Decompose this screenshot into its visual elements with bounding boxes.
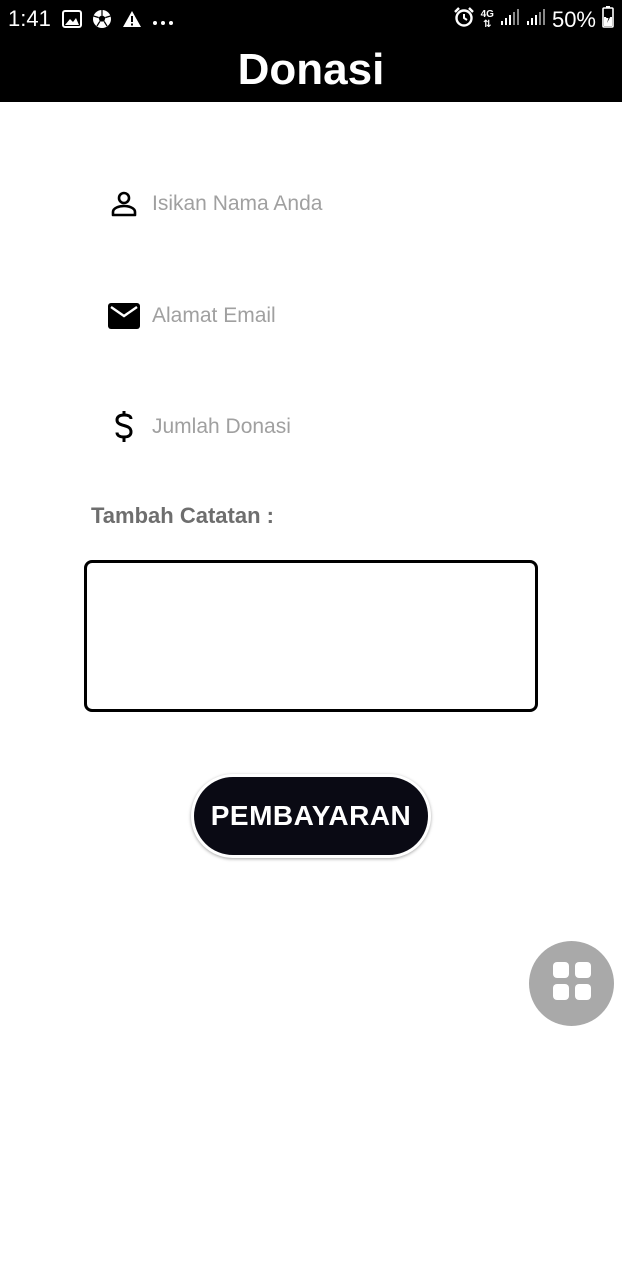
donation-screen: 1:41 4G ⇅ 50% Donasi Isikan Nama Anda Al… (0, 0, 622, 1280)
warning-icon (122, 10, 142, 33)
signal-icon (526, 8, 546, 31)
title-bar: Donasi (0, 38, 622, 102)
name-field-row (106, 184, 526, 224)
notes-textarea[interactable] (84, 560, 538, 712)
email-input[interactable] (152, 298, 526, 334)
name-input[interactable] (152, 186, 526, 222)
mail-icon (106, 298, 142, 334)
grid-icon (552, 961, 592, 1006)
page-title: Donasi (237, 45, 385, 94)
dollar-icon (106, 409, 142, 445)
battery-percent: 50% (551, 6, 596, 32)
network-type: 4G ⇅ (480, 8, 494, 30)
more-dots-icon (152, 13, 174, 31)
donation-amount-input[interactable] (152, 409, 526, 445)
amount-field-row (106, 407, 526, 447)
signal-icon (500, 8, 520, 31)
person-icon (106, 186, 142, 222)
status-time: 1:41 (8, 6, 51, 31)
battery-charging-icon (602, 6, 614, 33)
notes-label: Tambah Catatan : (91, 503, 274, 528)
alarm-icon (453, 6, 475, 33)
gallery-icon (62, 10, 82, 33)
status-bar: 1:41 4G ⇅ 50% (0, 0, 622, 38)
floating-menu-button[interactable] (529, 941, 614, 1026)
payment-button[interactable]: PEMBAYARAN (191, 774, 431, 858)
status-right-icons: 4G ⇅ 50% (453, 6, 614, 33)
email-field-row (106, 296, 526, 336)
soccer-ball-icon (92, 9, 112, 34)
status-left-icons (62, 9, 174, 34)
